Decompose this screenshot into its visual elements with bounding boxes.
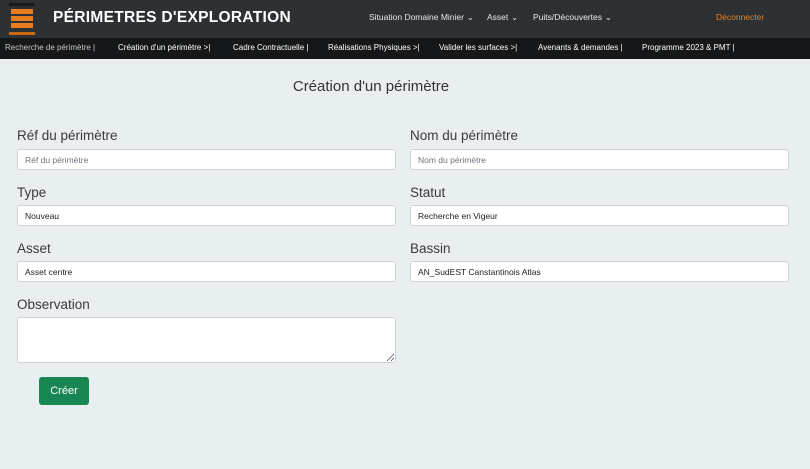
subnav-realisations-physiques[interactable]: Réalisations Physiques >| xyxy=(328,43,420,52)
chevron-down-icon: ⌄ xyxy=(604,13,612,22)
subnav-programme-pmt[interactable]: Programme 2023 & PMT | xyxy=(642,43,735,52)
logo-icon xyxy=(9,3,35,35)
statut-input[interactable] xyxy=(410,205,789,226)
subnav-cadre-contractuelle[interactable]: Cadre Contractuelle | xyxy=(233,43,308,52)
top-navbar: PÉRIMETRES D'EXPLORATION Situation Domai… xyxy=(0,0,810,38)
type-label: Type xyxy=(17,185,47,200)
subnav-valider-surfaces[interactable]: Valider les surfaces >| xyxy=(439,43,517,52)
bassin-label: Bassin xyxy=(410,241,451,256)
nav-asset[interactable]: Asset ⌄ xyxy=(487,12,518,22)
type-input[interactable] xyxy=(17,205,396,226)
nav-situation-domaine-minier[interactable]: Situation Domaine Minier ⌄ xyxy=(369,12,474,22)
chevron-down-icon: ⌄ xyxy=(511,13,518,22)
observation-label: Observation xyxy=(17,297,90,312)
asset-input[interactable] xyxy=(17,261,396,282)
app-title: PÉRIMETRES D'EXPLORATION xyxy=(53,9,291,26)
create-button[interactable]: Créer xyxy=(39,377,89,405)
nav-label: Situation Domaine Minier xyxy=(369,12,464,22)
chevron-down-icon: ⌄ xyxy=(466,13,474,22)
nom-label: Nom du périmètre xyxy=(410,128,519,143)
nav-label: Puits/Découvertes xyxy=(533,12,602,22)
subnav-recherche-perimetre[interactable]: Recherche de périmètre | xyxy=(5,43,95,52)
statut-label: Statut xyxy=(410,185,446,200)
observation-textarea[interactable] xyxy=(17,317,396,363)
subnav-creation-perimetre[interactable]: Création d'un périmètre >| xyxy=(118,43,210,52)
ref-label: Réf du périmètre xyxy=(17,128,118,143)
nom-input[interactable] xyxy=(410,149,789,170)
sub-navbar: Recherche de périmètre | Création d'un p… xyxy=(0,38,810,59)
subnav-avenants-demandes[interactable]: Avenants & demandes | xyxy=(538,43,623,52)
page-title: Création d'un périmètre xyxy=(292,78,450,95)
bassin-input[interactable] xyxy=(410,261,789,282)
nav-label: Asset xyxy=(487,12,509,22)
ref-input[interactable] xyxy=(17,149,396,170)
nav-puits-decouvertes[interactable]: Puits/Découvertes ⌄ xyxy=(533,12,612,22)
logout-link[interactable]: Déconnecter xyxy=(716,12,764,22)
asset-label: Asset xyxy=(17,241,51,256)
